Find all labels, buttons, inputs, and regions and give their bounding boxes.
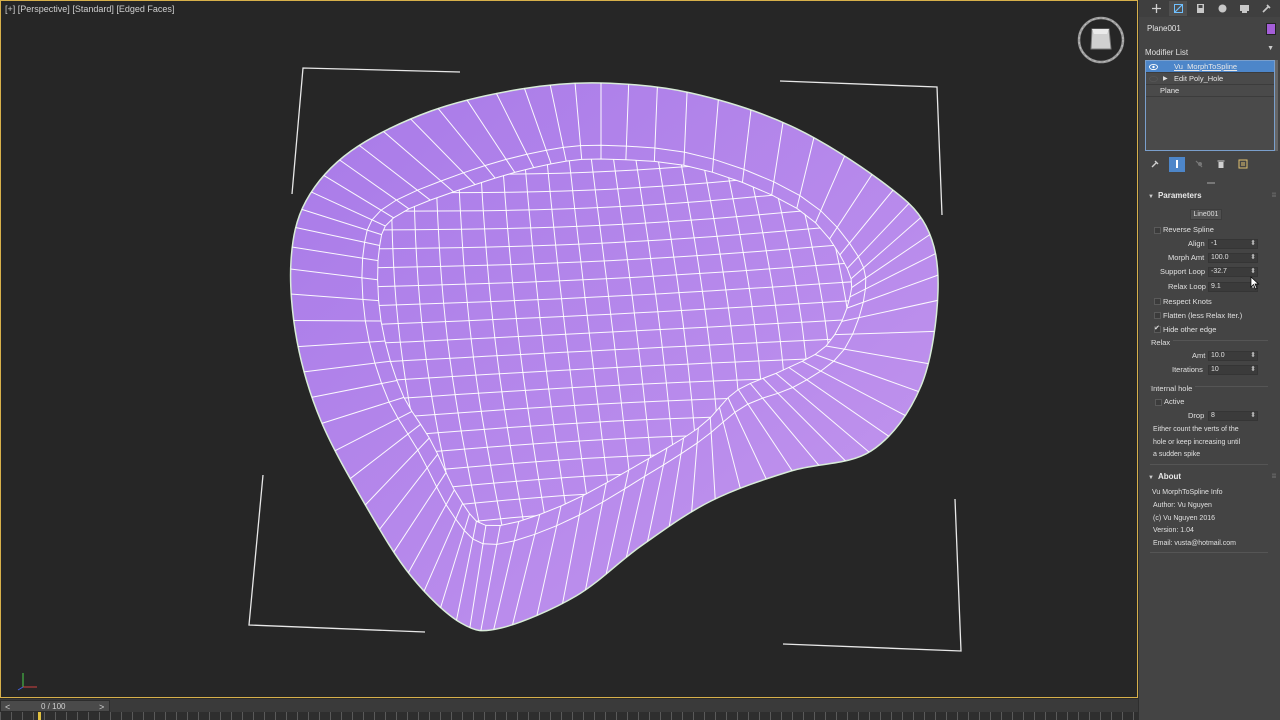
plane-mesh[interactable] [286, 79, 942, 636]
object-name-field[interactable]: Plane001 [1145, 22, 1263, 36]
about-title: About [1157, 472, 1182, 481]
time-slider[interactable]: < 0 / 100 > [0, 700, 110, 712]
stack-scrollbar[interactable] [1275, 60, 1278, 151]
internal-hole-group-label: Internal hole [1151, 384, 1196, 394]
align-spinner[interactable]: -1 [1208, 239, 1258, 249]
axis-gizmo-icon [17, 673, 37, 691]
mouse-cursor-icon [1250, 276, 1260, 290]
track-bar[interactable] [0, 712, 1138, 720]
show-end-result-button[interactable] [1169, 156, 1185, 172]
expand-arrow-icon[interactable]: ▶ [1163, 73, 1168, 85]
stack-item-edit-poly-hole[interactable]: ▶ Edit Poly_Hole [1146, 73, 1274, 85]
make-unique-icon [1195, 160, 1203, 168]
stack-item-label: Plane [1160, 86, 1180, 95]
amt-label: Amt [1192, 351, 1206, 360]
rollout-divider [1150, 464, 1268, 465]
pin-stack-button[interactable] [1147, 157, 1163, 172]
chevron-down-icon: ▼ [1148, 194, 1154, 200]
stack-item-label: Edit Poly_Hole [1174, 74, 1224, 83]
motion-tab[interactable] [1213, 1, 1231, 16]
display-tab[interactable] [1235, 1, 1253, 16]
active-label: Active [1164, 397, 1185, 406]
remove-modifier-button[interactable] [1213, 157, 1229, 172]
iterations-spinner[interactable]: 10 [1208, 365, 1258, 375]
amt-spinner[interactable]: 10.0 [1208, 351, 1258, 361]
track-current-frame[interactable] [38, 712, 41, 720]
note-line: hole or keep increasing until [1153, 438, 1241, 446]
create-icon [1151, 4, 1161, 13]
display-icon [1239, 5, 1249, 13]
relax-group-label: Relax [1151, 338, 1174, 348]
iterations-label: Iterations [1172, 365, 1203, 374]
perspective-viewport[interactable]: [+] [Perspective] [Standard] [Edged Face… [0, 0, 1138, 698]
about-email: Email: vusta@hotmail.com [1153, 540, 1236, 547]
modify-icon [1173, 4, 1183, 13]
timeline: < 0 / 100 > [0, 698, 1138, 720]
hide-other-edge-checkbox[interactable] [1154, 324, 1161, 333]
stack-item-plane[interactable]: Plane [1146, 85, 1274, 97]
morph-amt-spinner[interactable]: 100.0 [1208, 253, 1258, 263]
chevron-down-icon: ▼ [1148, 475, 1154, 481]
about-version: Version: 1.04 [1153, 527, 1194, 534]
show-end-result-icon [1176, 160, 1178, 168]
pick-spline-button[interactable]: Line001 [1190, 209, 1222, 220]
command-panel-tabs [1139, 0, 1280, 17]
eye-icon[interactable] [1149, 75, 1158, 83]
object-color-swatch[interactable] [1266, 23, 1276, 35]
modifier-list-label: Modifier List [1145, 48, 1189, 57]
rollout-grip-icon: ⁞⁞ [1272, 193, 1276, 199]
panel-splitter[interactable] [1207, 182, 1215, 184]
scene-canvas[interactable] [1, 1, 1138, 698]
stack-item-label: Vu_MorphToSpline [1174, 62, 1238, 71]
make-unique-button[interactable] [1191, 157, 1207, 172]
respect-knots-label: Respect Knots [1163, 297, 1212, 306]
utilities-icon [1261, 4, 1271, 13]
note-line: a sudden spike [1153, 451, 1201, 458]
flatten-label: Flatten (less Relax Iter.) [1163, 311, 1243, 320]
chevron-down-icon: ▼ [1267, 45, 1274, 52]
object-name-row: Plane001 [1145, 22, 1278, 36]
support-loop-label: Support Loop [1160, 267, 1206, 276]
about-info-title: Vu MorphToSpline Info [1152, 489, 1223, 496]
morph-amt-label: Morph Amt [1168, 253, 1205, 262]
stack-item-vu-morphtospline[interactable]: Vu_MorphToSpline [1146, 61, 1274, 73]
note-line: Either count the verts of the [1153, 426, 1239, 433]
parameters-title: Parameters [1157, 191, 1202, 200]
eye-icon[interactable] [1149, 63, 1158, 71]
relax-loop-label: Relax Loop [1168, 282, 1206, 291]
about-copyright: (c) Vu Nguyen 2016 [1153, 515, 1215, 522]
modify-tab[interactable] [1169, 1, 1187, 16]
about-author: Author: Vu Nguyen [1153, 502, 1212, 509]
rollout-grip-icon: ⁞⁞ [1272, 474, 1276, 480]
align-label: Align [1188, 239, 1205, 248]
flatten-checkbox[interactable] [1154, 312, 1161, 319]
hierarchy-tab[interactable] [1191, 1, 1209, 16]
stack-toolbar [1145, 156, 1275, 172]
drop-label: Drop [1188, 411, 1205, 420]
rollout-divider [1150, 552, 1268, 553]
drop-spinner[interactable]: 8 [1208, 411, 1258, 421]
reverse-spline-label: Reverse Spline [1163, 225, 1214, 234]
modifier-list-dropdown[interactable]: Modifier List ▼ [1145, 42, 1278, 57]
reverse-spline-checkbox[interactable] [1154, 227, 1161, 234]
hide-other-edge-label: Hide other edge [1163, 325, 1217, 334]
motion-icon [1218, 4, 1226, 13]
active-checkbox[interactable] [1155, 399, 1162, 406]
modifier-stack[interactable]: Vu_MorphToSpline ▶ Edit Poly_Hole Plane [1145, 60, 1275, 151]
configure-icon [1238, 159, 1248, 169]
about-rollout-header[interactable]: ▼ About ⁞⁞ [1148, 470, 1278, 484]
viewcube-icon[interactable] [1076, 15, 1126, 65]
parameters-rollout-header[interactable]: ▼ Parameters ⁞⁞ [1148, 189, 1278, 203]
configure-modifier-sets-button[interactable] [1235, 157, 1251, 172]
pin-icon [1151, 160, 1159, 168]
utilities-tab[interactable] [1257, 1, 1275, 16]
internal-hole-note: Either count the verts of the hole or ke… [1153, 424, 1261, 462]
respect-knots-checkbox[interactable] [1154, 298, 1161, 305]
hierarchy-icon [1196, 4, 1204, 13]
trash-icon [1217, 160, 1225, 168]
create-tab[interactable] [1147, 1, 1165, 16]
